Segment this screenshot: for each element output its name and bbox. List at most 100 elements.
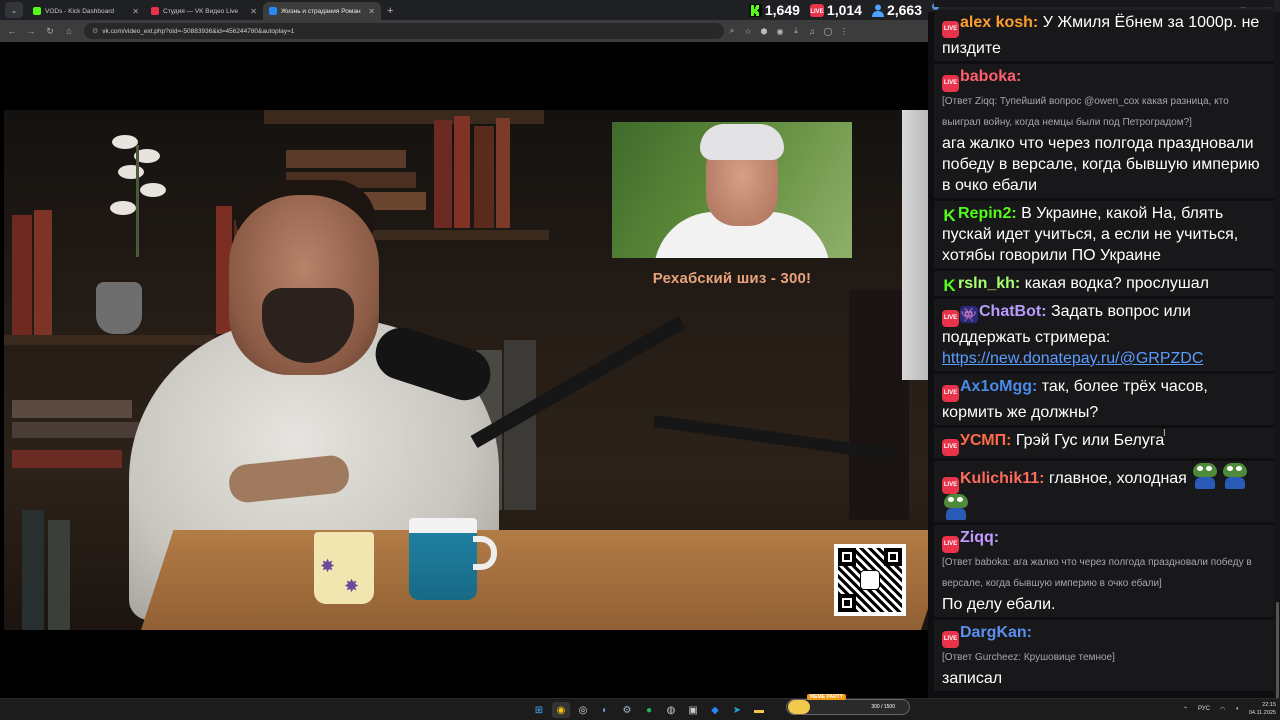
zoom-icon[interactable]: ⌕ (724, 26, 740, 36)
extension-icon[interactable]: ◉ (772, 27, 788, 36)
back-icon[interactable]: ← (5, 26, 19, 36)
meme-party-tag: MEME PARTY (807, 694, 846, 700)
language-indicator[interactable]: РУС (1198, 706, 1210, 712)
page-viewport: ✸ ✸ Рехабский шиз - 300! (0, 42, 928, 698)
media-icon[interactable]: ▣ (684, 702, 702, 718)
wooden-table (134, 530, 928, 630)
book (48, 520, 70, 630)
clock-date: 04.11.2025 (1248, 710, 1276, 716)
meme-party-widget[interactable]: MEME PARTY 300 / 1500 (786, 694, 910, 715)
kick-badge-icon: K (943, 276, 956, 295)
meme-party-progress: 300 / 1500 (871, 704, 895, 710)
chat-message: LIVE УСМП: Грэй Гус или Белуга (934, 428, 1274, 458)
chat-message: LIVE Kulichik11: главное, холодная (934, 461, 1274, 522)
volume-icon[interactable]: ◖ (1235, 706, 1239, 712)
close-tab-icon[interactable]: ✕ (368, 7, 375, 16)
app-icon[interactable]: ◍ (662, 702, 680, 718)
chat-message: K Repin2: В Украине, какой На, блять пуск… (934, 201, 1274, 268)
plus-icon[interactable]: + (387, 5, 393, 17)
vk-live-badge-icon: LIVE (942, 439, 959, 456)
meme-avatar-icon (788, 700, 810, 714)
network-icon[interactable]: ◠ (1220, 706, 1225, 713)
discord-icon[interactable]: ◐ (596, 702, 614, 718)
bookmark-star-icon[interactable]: ☆ (740, 27, 756, 36)
folder-icon[interactable]: ▬ (750, 702, 768, 718)
chat-username[interactable]: ChatBot: (979, 303, 1047, 320)
chat-scrollbar-thumb[interactable] (1276, 602, 1279, 698)
video-player[interactable]: ✸ ✸ Рехабский шиз - 300! (4, 110, 928, 630)
obs-icon[interactable]: ◎ (574, 702, 592, 718)
extensions-icon[interactable]: ⬢ (756, 27, 772, 36)
book (34, 210, 52, 335)
vk-icon[interactable]: ◆ (706, 702, 724, 718)
book (474, 126, 494, 228)
chat-messages[interactable]: сигналы LIVEalex kosh: У Жмиля Ёбнем за 1… (928, 0, 1274, 698)
tab-title: Студия — VK Видео Live (163, 7, 239, 15)
chat-message: LIVE Ziqq: [Ответ baboka: ага жалко что ч… (934, 525, 1274, 617)
chat-username[interactable]: Ax1oMgg: (960, 378, 1037, 395)
url-text: vk.com/video_ext.php?oid=-50883936&id=45… (102, 27, 295, 35)
kick-favicon-icon (33, 7, 41, 15)
browser-window: ⌄ VODs - Kick Dashboard ✕ Студия — VK Ви… (0, 0, 928, 698)
chat-reply-quote: [Ответ baboka: ага жалко что через полго… (942, 557, 1252, 589)
donate-link[interactable]: https://new.donatepay.ru/@GRPZDC (942, 350, 1203, 367)
clock[interactable]: 22:15 04.11.2025 (1249, 701, 1276, 717)
close-tab-icon[interactable]: ✕ (250, 7, 257, 16)
chat-message: Krsln_kh: какая водка? прослушал (934, 271, 1274, 296)
forward-icon[interactable]: → (24, 26, 38, 36)
spotify-icon[interactable]: ● (640, 702, 658, 718)
profile-icon[interactable]: ◯ (820, 27, 836, 36)
chat-reply-quote: [Ответ Ziqq: Тупейший вопрос @owen_cox к… (942, 96, 1229, 128)
book (12, 450, 122, 468)
chat-scrollbar[interactable] (1274, 12, 1280, 698)
site-info-icon[interactable]: ⚙ (92, 27, 98, 35)
video-caption: Рехабский шиз - 300! (652, 270, 812, 287)
tab-vk-studio[interactable]: Студия — VK Видео Live ✕ (145, 2, 263, 20)
download-icon[interactable]: ⤓ (788, 26, 804, 36)
yellow-mug: ✸ ✸ (314, 532, 374, 604)
steam-icon[interactable]: ⚙ (618, 702, 636, 718)
reload-icon[interactable]: ↻ (43, 26, 57, 37)
mic-arm (470, 315, 686, 449)
plant-vase (96, 282, 142, 334)
chat-username[interactable]: rsln_kh: (958, 275, 1020, 292)
blue-mug (409, 518, 497, 600)
inset-video (612, 122, 852, 258)
tab-vk-video[interactable]: Жизнь и страдания Роман ✕ (263, 2, 381, 20)
chat-message-text: какая водка? прослушал (1024, 275, 1209, 292)
bot-badge-icon: 👾 (960, 306, 978, 323)
book (12, 422, 142, 438)
tab-search-icon[interactable]: ⌄ (5, 2, 23, 18)
tray-arrow-icon[interactable]: ⌃ (1183, 706, 1188, 713)
chat-message: LIVE DargKan: [Ответ Gurcheez: Крушовице … (934, 620, 1274, 691)
chat-username[interactable]: УСМП: (960, 432, 1011, 449)
chat-username[interactable]: DargKan: (960, 624, 1032, 641)
inset-person-hair (700, 124, 784, 160)
vk-live-badge-icon: LIVE (942, 536, 959, 553)
pepe-emote-icon (942, 494, 970, 520)
kick-viewer-count: 1,649 (748, 2, 800, 18)
chat-message-text: Грэй Гус или Белуга (1015, 432, 1165, 449)
chat-message: LIVE Ax1oMgg: так, более трёх часов, корм… (934, 374, 1274, 425)
chat-username[interactable]: Kulichik11: (960, 470, 1044, 487)
home-icon[interactable]: ⌂ (62, 26, 76, 36)
close-tab-icon[interactable]: ✕ (132, 7, 139, 16)
menu-icon[interactable]: ⋮ (836, 27, 852, 36)
clock-time: 22:15 (1262, 702, 1276, 708)
tab-title: Жизнь и страдания Роман (281, 7, 361, 15)
system-tray: ⌃ РУС ◠ ◖ 22:15 04.11.2025 (1183, 701, 1276, 717)
tab-kick-vods[interactable]: VODs - Kick Dashboard ✕ (27, 2, 145, 20)
pepe-emote-icon (1221, 463, 1249, 489)
chat-username[interactable]: Repin2: (958, 205, 1017, 222)
url-input[interactable]: ⚙ vk.com/video_ext.php?oid=-50883936&id=… (84, 23, 724, 39)
windows-start-icon[interactable]: ⊞ (530, 702, 548, 718)
chrome-icon[interactable]: ◉ (552, 702, 570, 718)
chat-username[interactable]: Ziqq: (960, 529, 999, 546)
tab-title: VODs - Kick Dashboard (45, 7, 114, 15)
telegram-icon[interactable]: ➤ (728, 702, 746, 718)
vk-live-badge-icon: LIVE (942, 21, 959, 38)
media-control-icon[interactable]: ♫ (804, 27, 820, 36)
kick-badge-icon: K (943, 206, 956, 225)
chat-username[interactable]: alex kosh: (960, 14, 1038, 31)
chat-username[interactable]: baboka: (960, 68, 1021, 85)
